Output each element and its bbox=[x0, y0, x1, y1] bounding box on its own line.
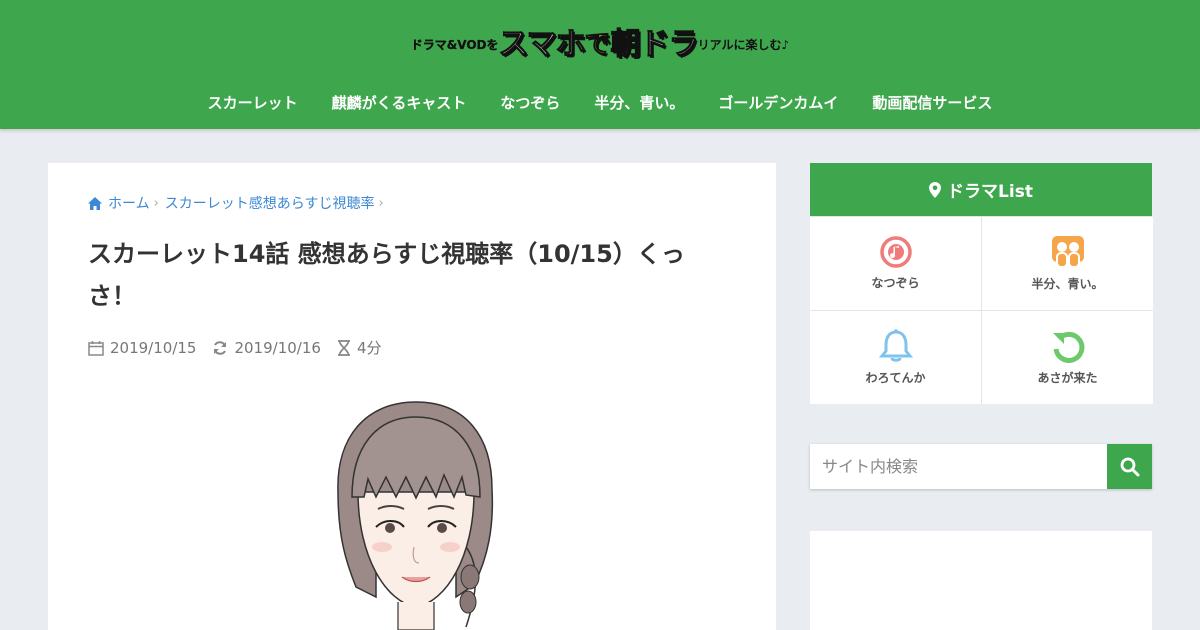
site-header: ドラマ&VODをスマホで朝ドラリアルに楽しむ♪ スカーレット 麒麟がくるキャスト… bbox=[0, 0, 1200, 129]
published-date-text: 2019/10/15 bbox=[110, 338, 197, 357]
logo-text-5: リアルに楽しむ♪ bbox=[697, 37, 790, 52]
drama-list-grid: なつぞら 半分、青い。 わろてんか あさが来た bbox=[810, 216, 1153, 404]
updated-date: 2019/10/16 bbox=[212, 338, 321, 357]
drama-list-item-warotenka[interactable]: わろてんか bbox=[810, 311, 981, 404]
music-disc-icon bbox=[879, 236, 912, 268]
breadcrumb-category-link[interactable]: スカーレット感想あらすじ視聴率 bbox=[165, 193, 375, 213]
people-icon bbox=[1051, 236, 1084, 268]
drama-list-widget: ドラマList なつぞら 半分、青い。 わろてんか あさが来た bbox=[810, 163, 1153, 404]
breadcrumb: ホーム › スカーレット感想あらすじ視聴率 › bbox=[88, 193, 390, 213]
search-icon bbox=[1120, 457, 1139, 476]
map-pin-icon bbox=[929, 181, 942, 198]
bell-icon bbox=[878, 329, 913, 362]
logo-text-4: 朝ドラ bbox=[610, 26, 699, 62]
sidebar-widget-blank bbox=[810, 531, 1152, 630]
nav-item-golden-kamuy[interactable]: ゴールデンカムイ bbox=[701, 84, 855, 122]
site-logo[interactable]: ドラマ&VODをスマホで朝ドラリアルに楽しむ♪ bbox=[0, 18, 1200, 71]
nav-item-kirin[interactable]: 麒麟がくるキャスト bbox=[315, 84, 484, 122]
article-title: スカーレット14話 感想あらすじ視聴率（10/15）くっさ！ bbox=[88, 240, 685, 310]
eyecatch-illustration bbox=[337, 401, 494, 630]
chevron-right-icon: › bbox=[378, 195, 384, 211]
widget-title-text: ドラマList bbox=[947, 182, 1033, 202]
drama-list-item-natsuzora[interactable]: なつぞら bbox=[810, 217, 981, 310]
home-icon bbox=[88, 196, 102, 210]
article-meta: 2019/10/15 2019/10/16 4分 bbox=[88, 337, 397, 358]
nav-item-vod-services[interactable]: 動画配信サービス bbox=[855, 84, 1009, 122]
article-card: ホーム › スカーレット感想あらすじ視聴率 › スカーレット14話 感想あらすじ… bbox=[48, 163, 776, 630]
published-date: 2019/10/15 bbox=[88, 339, 196, 357]
hourglass-icon bbox=[337, 339, 350, 356]
logo-text-3: で bbox=[584, 29, 611, 60]
refresh-icon bbox=[214, 340, 227, 355]
nav-item-scarlet[interactable]: スカーレット bbox=[191, 84, 315, 122]
calendar-icon bbox=[88, 340, 104, 356]
refresh-icon bbox=[1052, 331, 1084, 363]
drama-list-item-asa-ga-kita[interactable]: あさが来た bbox=[982, 311, 1153, 404]
drama-list-item-label: わろてんか bbox=[865, 371, 926, 385]
search-button[interactable] bbox=[1107, 444, 1152, 489]
breadcrumb-home-link[interactable]: ホーム bbox=[108, 193, 150, 213]
site-search bbox=[810, 444, 1152, 489]
chevron-right-icon: › bbox=[153, 195, 159, 211]
nav-item-hanbun-aoi[interactable]: 半分、青い。 bbox=[577, 84, 701, 122]
search-input[interactable] bbox=[810, 444, 1107, 489]
drama-list-item-hanbun-aoi[interactable]: 半分、青い。 bbox=[982, 217, 1153, 310]
widget-title: ドラマList bbox=[810, 163, 1152, 216]
logo-text-1: ドラマ&VODを bbox=[410, 37, 499, 52]
updated-date-text: 2019/10/16 bbox=[234, 338, 321, 357]
reading-time-text: 4分 bbox=[356, 339, 382, 357]
nav-item-natsuzora[interactable]: なつぞら bbox=[483, 84, 577, 122]
drama-list-item-label: なつぞら bbox=[871, 276, 920, 290]
reading-time: 4分 bbox=[337, 337, 382, 358]
logo-text-2: スマホ bbox=[498, 26, 586, 62]
drama-list-item-label: 半分、青い。 bbox=[1031, 277, 1104, 291]
drama-list-item-label: あさが来た bbox=[1037, 371, 1098, 385]
global-nav: スカーレット 麒麟がくるキャスト なつぞら 半分、青い。 ゴールデンカムイ 動画… bbox=[0, 84, 1200, 122]
